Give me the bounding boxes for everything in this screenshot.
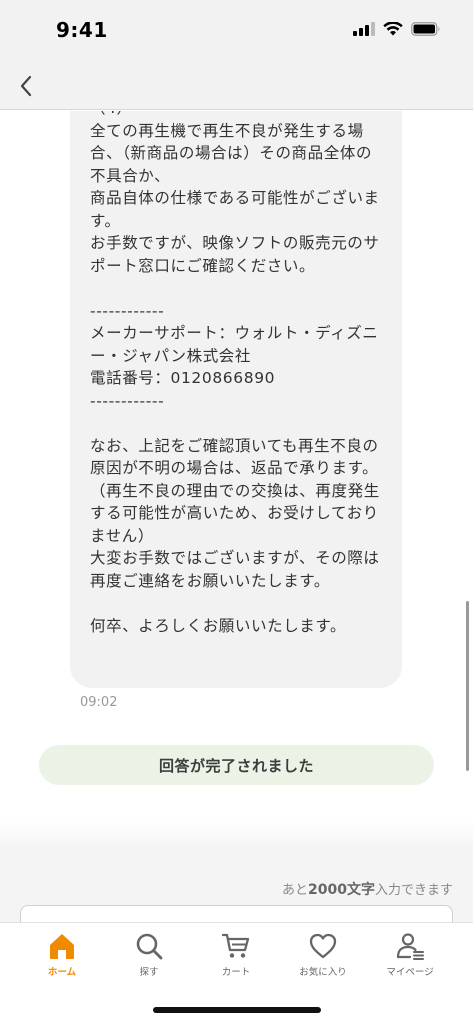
counter-value: 2000文字 — [308, 882, 375, 898]
character-counter: あと2000文字入力できます — [282, 879, 453, 899]
status-icons — [353, 22, 441, 36]
counter-prefix: あと — [282, 883, 309, 898]
home-indicator — [153, 1007, 321, 1013]
answer-complete-banner: 回答が完了されました — [39, 745, 434, 785]
wifi-icon — [383, 22, 403, 36]
chat-bottom-fade — [0, 821, 473, 849]
message-timestamp: 09:02 — [80, 695, 118, 710]
counter-suffix: 入力できます — [374, 883, 453, 898]
tab-cart-label: カート — [221, 967, 251, 978]
status-time: 9:41 — [56, 18, 108, 42]
heart-icon — [309, 933, 337, 959]
tab-favorites-label: お気に入り — [299, 967, 347, 978]
home-icon — [50, 934, 74, 959]
tab-home[interactable]: ホーム — [22, 931, 102, 978]
tab-cart[interactable]: カート — [196, 931, 276, 978]
tab-favorites[interactable]: お気に入り — [283, 931, 363, 978]
search-icon — [136, 933, 163, 960]
tab-home-label: ホーム — [47, 967, 77, 978]
tab-mypage-label: マイページ — [386, 967, 434, 978]
back-button[interactable] — [10, 68, 42, 104]
cellular-signal-icon — [353, 22, 375, 36]
scrollbar[interactable] — [466, 601, 469, 771]
tab-search-label: 探す — [139, 967, 159, 978]
message-text: （4） 全ての再生機で再生不良が発生する場合、（新商品の場合は）その商品全体の不… — [90, 111, 380, 635]
input-panel: あと2000文字入力できます — [0, 849, 473, 945]
person-icon — [396, 933, 424, 960]
navigation-bar — [0, 62, 473, 110]
tab-mypage[interactable]: マイページ — [370, 931, 450, 978]
battery-icon — [411, 22, 440, 36]
cart-icon — [221, 933, 250, 958]
message-bubble: （4） 全ての再生機で再生不良が発生する場合、（新商品の場合は）その商品全体の不… — [70, 111, 402, 688]
chevron-left-icon — [20, 75, 32, 97]
chat-area[interactable]: （4） 全ての再生機で再生不良が発生する場合、（新商品の場合は）その商品全体の不… — [0, 111, 473, 849]
status-bar: 9:41 — [0, 0, 473, 62]
tab-search[interactable]: 探す — [109, 931, 189, 978]
